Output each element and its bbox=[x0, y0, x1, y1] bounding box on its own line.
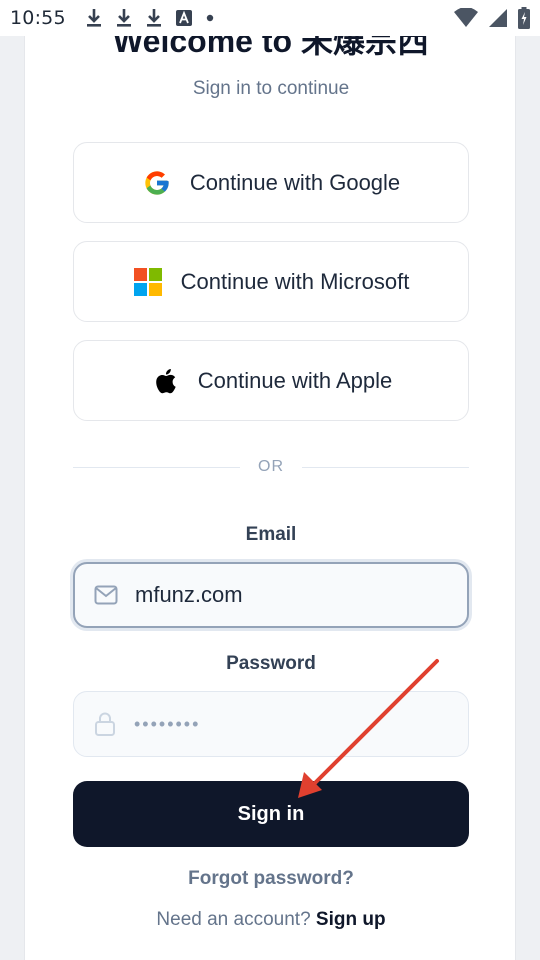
email-field[interactable]: mfunz.com bbox=[73, 562, 469, 628]
status-bar: 10:55 bbox=[0, 0, 540, 36]
password-value: •••••••• bbox=[134, 713, 201, 734]
lock-icon bbox=[92, 711, 118, 737]
signup-row: Need an account? Sign up bbox=[25, 909, 517, 931]
microsoft-icon bbox=[133, 267, 163, 297]
continue-with-microsoft-button[interactable]: Continue with Microsoft bbox=[73, 241, 469, 322]
password-field[interactable]: •••••••• bbox=[73, 691, 469, 757]
email-label: Email bbox=[245, 524, 297, 545]
divider-text: OR bbox=[258, 458, 284, 475]
continue-with-apple-button[interactable]: Continue with Apple bbox=[73, 340, 469, 421]
dot-icon bbox=[206, 14, 213, 22]
a-notification-icon bbox=[175, 10, 192, 26]
apple-icon bbox=[150, 366, 180, 396]
sign-in-label: Sign in bbox=[237, 802, 305, 825]
email-value: mfunz.com bbox=[135, 582, 243, 607]
sign-up-link[interactable]: Sign up bbox=[316, 909, 386, 930]
battery-charging-icon bbox=[518, 7, 530, 29]
signup-prompt: Need an account? bbox=[156, 909, 311, 930]
status-time: 10:55 bbox=[10, 7, 66, 29]
mail-icon bbox=[93, 582, 119, 608]
continue-with-google-button[interactable]: Continue with Google bbox=[73, 142, 469, 223]
status-left-icons bbox=[86, 8, 214, 28]
sign-in-button[interactable]: Sign in bbox=[73, 781, 469, 847]
download-icon bbox=[116, 9, 131, 27]
or-divider: OR bbox=[73, 456, 469, 478]
wifi-icon bbox=[454, 8, 478, 27]
signal-icon bbox=[489, 9, 507, 27]
continue-with-microsoft-label: Continue with Microsoft bbox=[180, 268, 410, 294]
forgot-password-link[interactable]: Forgot password? bbox=[25, 868, 517, 890]
status-right-icons bbox=[454, 7, 530, 29]
page-subtitle: Sign in to continue bbox=[192, 78, 350, 99]
google-icon bbox=[142, 168, 172, 198]
login-card: Welcome to 未爆宗西 Sign in to continue Cont… bbox=[24, 0, 516, 960]
download-icon bbox=[86, 9, 101, 27]
continue-with-apple-label: Continue with Apple bbox=[197, 367, 393, 393]
continue-with-google-label: Continue with Google bbox=[189, 169, 401, 195]
download-icon bbox=[146, 9, 161, 27]
divider-line-left bbox=[73, 466, 240, 468]
divider-line-right bbox=[302, 466, 469, 468]
password-label: Password bbox=[226, 653, 316, 674]
